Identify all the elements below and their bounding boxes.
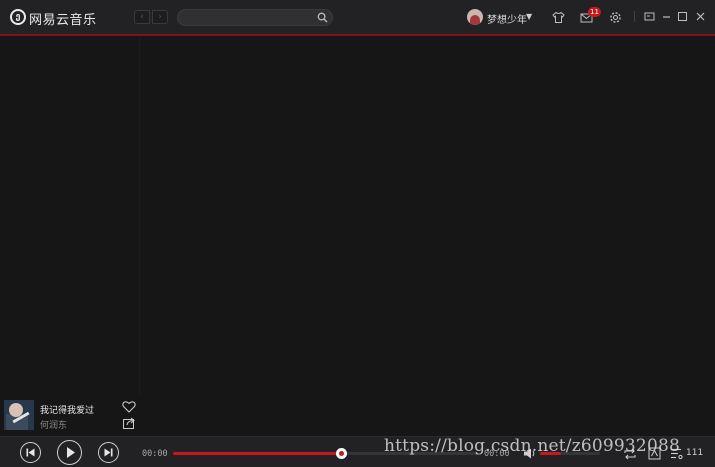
progress-handle[interactable] [335,448,347,459]
skip-next-icon [104,448,113,457]
previous-button[interactable] [20,442,41,463]
gear-icon[interactable] [609,11,622,24]
chevron-down-icon[interactable]: ▼ [526,12,532,21]
search-icon[interactable] [317,12,328,23]
skip-previous-icon [26,448,35,457]
netease-logo-icon[interactable]: ე [10,9,26,25]
progress-fill [173,452,341,455]
app-window: ე 网易云音乐 ‹ › 梦想少年 ▼ 11 我记得我爱过 何润东 00:00 0… [0,0,715,467]
main-content [0,36,715,395]
share-icon[interactable] [122,416,136,430]
app-name[interactable]: 网易云音乐 [29,9,97,28]
play-button[interactable] [57,440,82,465]
title-bar-separator [634,11,635,22]
song-title[interactable]: 我记得我爱过 [40,403,94,416]
avatar[interactable] [467,9,483,25]
play-icon [67,447,75,458]
current-time: 00:00 [142,449,168,459]
sidebar-divider [139,36,140,396]
heart-icon[interactable] [122,400,136,413]
shirt-icon[interactable] [552,11,565,24]
minimize-icon[interactable] [661,11,672,22]
watermark-url: https://blog.csdn.net/z609932088 [384,436,680,456]
playlist-count[interactable]: 111 [686,448,703,458]
close-icon[interactable] [695,11,706,22]
next-button[interactable] [98,442,119,463]
mini-mode-icon[interactable] [644,11,655,22]
messages-badge: 11 [588,7,601,17]
maximize-icon[interactable] [677,11,688,22]
album-cover[interactable] [4,400,34,430]
search-box[interactable] [177,9,333,30]
back-button[interactable]: ‹ [134,10,150,24]
search-input[interactable] [178,15,324,30]
forward-button[interactable]: › [152,10,168,24]
title-bar [0,0,715,34]
song-artist[interactable]: 何润东 [40,418,67,431]
username[interactable]: 梦想少年 [487,11,527,26]
